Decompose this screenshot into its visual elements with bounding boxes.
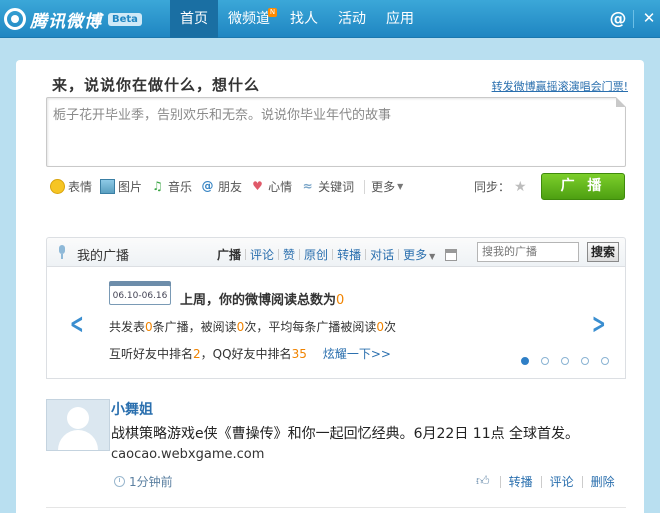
picture-icon xyxy=(100,179,116,194)
post-time[interactable]: 1分钟前 xyxy=(114,473,173,490)
filter-broadcast[interactable]: 广播 xyxy=(213,246,245,263)
nav-find-people[interactable]: 找人 xyxy=(280,0,328,38)
filter-comments[interactable]: 评论 xyxy=(246,246,278,263)
music-tool[interactable]: ♫ 音乐 xyxy=(150,178,192,195)
more-tools-dropdown[interactable]: 更多 ▼ xyxy=(371,178,403,195)
nav-apps[interactable]: 应用 xyxy=(376,0,424,38)
filter-likes[interactable]: 赞 xyxy=(279,246,299,263)
compose-corner xyxy=(616,97,626,107)
carousel-dot[interactable] xyxy=(601,357,609,365)
post-link[interactable]: caocao.webxgame.com xyxy=(111,447,264,462)
top-nav-bar: 腾讯微博 Beta 首页 微频道 N 找人 活动 应用 @ ✕ xyxy=(0,0,660,38)
emoji-tool[interactable]: 表情 xyxy=(50,178,92,195)
microphone-icon xyxy=(56,245,67,260)
caret-down-icon: ▼ xyxy=(397,182,404,191)
star-icon[interactable]: ★ xyxy=(514,179,527,195)
main-panel: 来，说说你在做什么，想什么 转发微博赢摇滚演唱会门票! 栀子花开毕业季，告别欢乐… xyxy=(16,60,644,513)
broadcast-filters: 广播 评论 赞 原创 转播 对话 更多 ▼ xyxy=(213,246,458,263)
my-broadcast-search-input[interactable] xyxy=(477,242,579,262)
carousel-dot[interactable] xyxy=(581,357,589,365)
friend-tool[interactable]: @ 朋友 xyxy=(200,178,243,195)
avatar[interactable] xyxy=(46,399,110,451)
carousel-dot[interactable] xyxy=(521,357,529,365)
post-author[interactable]: 小舞姐 xyxy=(111,399,153,419)
show-off-link[interactable]: 炫耀一下>> xyxy=(323,347,391,361)
feed-divider xyxy=(46,507,626,508)
repost-button[interactable]: 转播 xyxy=(501,473,541,490)
nav-channel[interactable]: 微频道 N xyxy=(218,0,280,38)
prev-arrow-icon[interactable]: < xyxy=(70,307,84,340)
toolbar-divider xyxy=(364,179,366,194)
comment-button[interactable]: 评论 xyxy=(542,473,582,490)
filter-dialog[interactable]: 对话 xyxy=(366,246,398,263)
nav-activities[interactable]: 活动 xyxy=(328,0,376,38)
compose-prompt: 来，说说你在做什么，想什么 xyxy=(52,76,261,94)
promo-link[interactable]: 转发微博赢摇滚演唱会门票! xyxy=(492,78,628,94)
clock-icon xyxy=(114,476,125,487)
filter-reposts[interactable]: 转播 xyxy=(333,246,365,263)
thumbs-up-icon[interactable]: 👍︎ xyxy=(476,474,490,489)
mood-tool[interactable]: ♥ 心情 xyxy=(250,178,292,195)
post-actions: 👍︎ 转播 评论 删除 xyxy=(476,473,623,490)
mention-icon[interactable]: @ xyxy=(607,8,629,30)
broadcast-button[interactable]: 广 播 xyxy=(541,173,625,200)
caret-down-icon: ▼ xyxy=(429,252,436,261)
main-nav: 首页 微频道 N 找人 活动 应用 xyxy=(170,0,424,38)
at-icon: @ xyxy=(201,179,214,193)
new-badge: N xyxy=(268,8,277,17)
filter-more[interactable]: 更多 ▼ xyxy=(399,246,439,263)
compose-text: 栀子花开毕业季，告别欢乐和无奈。说说你毕业年代的故事 xyxy=(53,108,392,123)
tencent-weibo-logo[interactable]: 腾讯微博 Beta xyxy=(4,6,142,32)
sync-option: 同步： ★ xyxy=(474,178,527,195)
my-broadcast-title: 我的广播 xyxy=(77,249,130,264)
nav-home[interactable]: 首页 xyxy=(170,0,218,38)
logo-text: 腾讯微博 xyxy=(30,11,102,32)
keyword-tool[interactable]: ≈ 关键词 xyxy=(300,178,355,195)
close-icon[interactable]: ✕ xyxy=(640,9,658,27)
my-broadcast-bar: 我的广播 广播 评论 赞 原创 转播 对话 更多▼ 搜索 xyxy=(46,237,626,267)
filter-original[interactable]: 原创 xyxy=(300,246,332,263)
logo-icon xyxy=(4,8,26,30)
rss-icon: ≈ xyxy=(302,179,313,193)
weekly-title: 上周，你的微博阅读总数为0 xyxy=(180,293,345,308)
my-broadcast-search-button[interactable]: 搜索 xyxy=(587,242,619,262)
compose-toolbar: 表情 图片 ♫ 音乐 @ 朋友 ♥ 心情 ≈ 关键词 更多 ▼ xyxy=(50,178,411,195)
post-text: 战棋策略游戏e侠《曹操传》和你一起回忆经典。6月22日 11点 全球首发。 xyxy=(111,426,580,442)
weekly-stats-box: < 06.10-06.16 上周，你的微博阅读总数为0 共发表0条广播，被阅读0… xyxy=(46,267,626,379)
date-range-badge: 06.10-06.16 xyxy=(109,281,171,305)
heart-icon: ♥ xyxy=(252,179,263,193)
picture-tool[interactable]: 图片 xyxy=(100,178,142,195)
weekly-ranking-line: 互听好友中排名2，QQ好友中排名35 炫耀一下>> xyxy=(109,347,391,361)
smiley-icon xyxy=(50,179,65,194)
feed-post: 小舞姐 战棋策略游戏e侠《曹操传》和你一起回忆经典。6月22日 11点 全球首发… xyxy=(16,393,644,513)
nav-divider xyxy=(633,10,634,28)
delete-button[interactable]: 删除 xyxy=(583,473,623,490)
carousel-dot[interactable] xyxy=(561,357,569,365)
beta-badge: Beta xyxy=(108,12,142,26)
carousel-dot[interactable] xyxy=(541,357,549,365)
carousel-dots xyxy=(521,357,621,365)
next-arrow-icon[interactable]: > xyxy=(592,307,606,340)
weekly-stats-line: 共发表0条广播，被阅读0次，平均每条广播被阅读0次 xyxy=(109,320,396,334)
calendar-icon[interactable] xyxy=(445,248,458,261)
total-reads: 0 xyxy=(336,293,345,308)
compose-textarea[interactable]: 栀子花开毕业季，告别欢乐和无奈。说说你毕业年代的故事 xyxy=(46,97,626,167)
music-icon: ♫ xyxy=(152,179,163,193)
